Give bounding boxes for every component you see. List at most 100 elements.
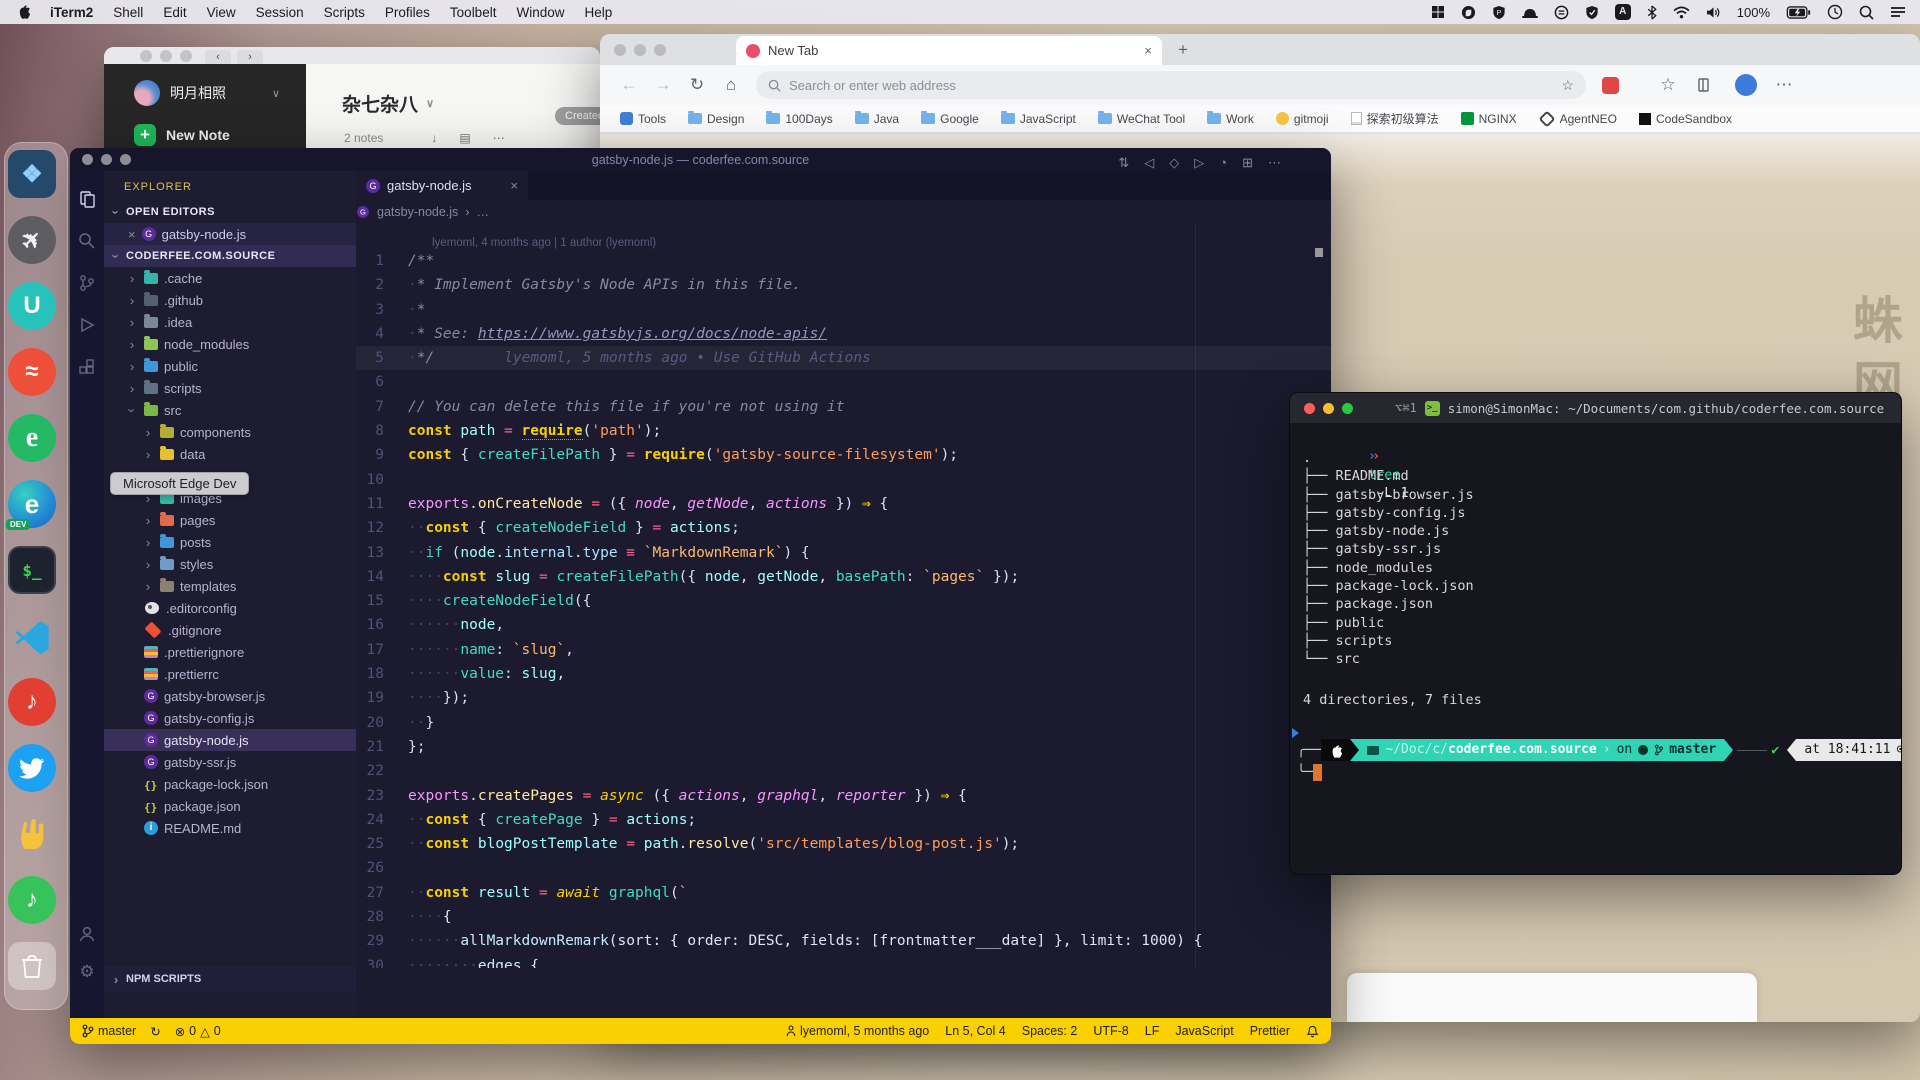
zoom-button[interactable] [1342,403,1353,414]
code-line[interactable]: 7 // You can delete this file if you're … [356,395,1331,419]
close-tab-icon[interactable]: × [1144,43,1152,58]
code-line[interactable]: 16 ······node, [356,613,1331,637]
close-button[interactable] [140,50,152,62]
favorite-star-icon[interactable]: ☆ [1561,77,1574,94]
tree-item[interactable]: › .github [104,289,356,311]
menu-item[interactable]: Scripts [314,5,375,20]
bookmark-item[interactable]: Tools [620,112,666,126]
debug-icon[interactable] [77,315,97,335]
npm-scripts-header[interactable]: › NPM SCRIPTS [104,966,356,992]
dock-music-green[interactable]: ♪ [8,876,56,924]
menu-item[interactable]: Shell [103,5,153,20]
sort-created-chip[interactable]: Created [555,107,600,125]
dock-hand-gesture[interactable] [8,810,56,858]
code-line[interactable]: 19 ····}); [356,686,1331,710]
bookmark-item[interactable]: 100Days [766,112,832,126]
bluetooth-icon[interactable] [1647,5,1657,20]
favorites-bar-icon[interactable]: ☆ [1653,70,1683,100]
code-line[interactable]: 8 const path = require('path'); [356,419,1331,443]
hat-icon[interactable] [1522,6,1538,19]
code-line[interactable]: 18 ······value: slug, [356,662,1331,686]
minimize-button[interactable] [1323,403,1334,414]
tree-item[interactable]: › components [104,421,356,443]
sort-icon[interactable]: ↓ [431,131,437,145]
project-root-header[interactable]: › CODERFEE.COM.SOURCE [104,245,356,267]
new-tab-button[interactable]: + [1178,40,1188,60]
extensions-icon[interactable] [77,357,97,377]
evernote-icon[interactable] [1461,5,1476,20]
notebook-title[interactable]: 杂七杂八 [342,90,418,117]
bell-icon[interactable] [1306,1025,1319,1038]
bookmark-item[interactable]: JavaScript [1001,112,1076,126]
spotlight-search-icon[interactable] [1859,5,1874,20]
editor-action-icon[interactable]: ◁ [1144,155,1154,171]
bookmark-item[interactable]: NGINX [1461,112,1517,126]
code-line[interactable]: 13 ··if (node.internal.type ≡ `MarkdownR… [356,541,1331,565]
account-name[interactable]: 明月相照 [170,83,226,103]
tree-item[interactable]: gatsby-browser.js [104,685,356,707]
tree-item[interactable]: package-lock.json [104,773,356,795]
source-control-icon[interactable] [77,273,97,293]
code-line[interactable]: 14 ····const slug = createFilePath({ nod… [356,565,1331,589]
close-button[interactable] [614,44,626,56]
close-button[interactable] [1304,403,1315,414]
problems-indicator[interactable]: ⊗0 △0 [175,1024,221,1039]
back-icon[interactable]: ← [614,70,644,100]
breadcrumb[interactable]: gatsby-node.js › … [356,200,1331,224]
editor-action-icon[interactable]: ⇅ [1118,155,1129,171]
tree-item[interactable]: › public [104,355,356,377]
code-line[interactable]: 25 ··const blogPostTemplate = path.resol… [356,832,1331,856]
bookmark-item[interactable]: Java [855,112,899,126]
code-line[interactable]: 28 ····{ [356,905,1331,929]
account-icon[interactable] [77,924,97,944]
dock-utools[interactable]: U [8,282,56,330]
zoom-button[interactable] [120,154,131,165]
minimize-button[interactable] [160,50,172,62]
code-line[interactable]: 30 ········edges { [356,954,1331,968]
tree-item[interactable]: › node_modules [104,333,356,355]
code-line[interactable]: 6 [356,370,1331,394]
bookmark-item[interactable]: AgentNEO [1539,112,1617,126]
shield-check-icon[interactable] [1585,5,1599,20]
bookmark-item[interactable]: Google [921,112,979,126]
code-line[interactable]: 27 ··const result = await graphql(` [356,881,1331,905]
tree-item[interactable]: › data [104,443,356,465]
dock-app-blue[interactable]: ❖ [8,150,56,198]
tree-item[interactable]: .prettierignore [104,641,356,663]
menu-item[interactable]: Help [574,5,622,20]
code-line[interactable]: 1 /** [356,249,1331,273]
code-line[interactable]: 24 ··const { createPage } = actions; [356,808,1331,832]
dock-edge-dev[interactable]: e DEV [8,480,56,528]
tree-item[interactable]: .gitignore [104,619,356,641]
terminal-body[interactable]: ›› tree -L 1 .├── README.md├── gatsby-br… [1290,423,1901,874]
editor-tab[interactable]: gatsby-node.js × [356,171,528,200]
tree-item[interactable]: gatsby-node.js [104,729,356,751]
code-line[interactable]: 21 }; [356,735,1331,759]
tree-item[interactable]: gatsby-config.js [104,707,356,729]
bookmark-item[interactable]: Work [1207,112,1254,126]
code-line[interactable]: 20 ··} [356,711,1331,735]
editor-action-icon[interactable]: ▷ [1194,155,1204,171]
browser-tab[interactable]: New Tab × [736,36,1162,65]
explorer-icon[interactable] [77,189,97,209]
status-bar-item[interactable]: Spaces: 2 [1022,1024,1078,1038]
dock-twitter[interactable] [8,744,56,792]
minimize-button[interactable] [101,154,112,165]
code-line[interactable]: 11 exports.onCreateNode = ({ node, getNo… [356,492,1331,516]
dock-music-red[interactable]: ♪ [8,678,56,726]
extension-icon[interactable] [1602,77,1619,94]
menu-item[interactable]: Profiles [375,5,440,20]
code-line[interactable]: 29 ······allMarkdownRemark(sort: { order… [356,929,1331,953]
tree-item[interactable]: › posts [104,531,356,553]
refresh-icon[interactable]: ↻ [682,70,712,100]
apple-icon[interactable] [16,3,30,19]
bookmark-item[interactable]: gitmoji [1276,112,1329,126]
sync-indicator[interactable]: ↻ [150,1024,160,1039]
tree-item[interactable]: › scripts [104,377,356,399]
code-line[interactable]: 17 ······name: `slug`, [356,638,1331,662]
tree-item[interactable]: package.json [104,795,356,817]
forward-icon[interactable]: → [648,70,678,100]
input-source-icon[interactable]: A [1615,4,1631,20]
tree-item[interactable]: › styles [104,553,356,575]
status-bar-item[interactable]: JavaScript [1175,1024,1233,1038]
